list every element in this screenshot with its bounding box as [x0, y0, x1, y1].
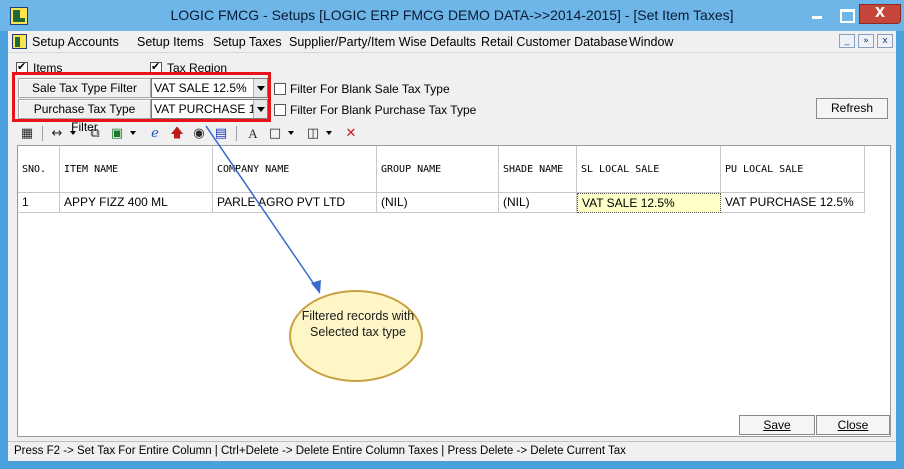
application-window: LOGIC FMCG - Setups [LOGIC ERP FMCG DEMO…	[0, 0, 904, 469]
toolbar-separator	[42, 126, 43, 141]
column-header-group-name[interactable]: GROUP NAME	[377, 146, 499, 193]
close-window-button[interactable]: X	[859, 4, 901, 24]
blank-purchase-filter-checkbox[interactable]	[274, 104, 286, 116]
column-header-pu-local-sale[interactable]: PU LOCAL SALE	[721, 146, 865, 193]
binoculars-icon[interactable]: ◉	[190, 125, 208, 142]
column-header-sno[interactable]: SNO.	[18, 146, 60, 193]
upload-arrow-icon[interactable]: 🡅	[168, 125, 186, 142]
copy-icon[interactable]: ⧉	[86, 125, 104, 142]
table-cell[interactable]: 1	[18, 193, 60, 213]
blank-sale-filter-label: Filter For Blank Sale Tax Type	[290, 82, 450, 96]
grid-settings-icon[interactable]: ▦	[18, 125, 36, 142]
internet-explorer-icon[interactable]: ℯ	[146, 125, 164, 142]
text-style-icon[interactable]: A	[244, 125, 262, 142]
menu-setup-items[interactable]: Setup Items	[137, 35, 204, 49]
close-icon: X	[874, 6, 886, 21]
window-title: LOGIC FMCG - Setups [LOGIC ERP FMCG DEMO…	[170, 7, 734, 23]
filter-panel: Items Tax Region Sale Tax Type Filter VA…	[8, 53, 896, 134]
excel-icon[interactable]: ▣	[108, 125, 126, 142]
client-area: Setup Accounts Setup Items Setup Taxes S…	[8, 31, 896, 461]
menu-window[interactable]: Window	[629, 35, 673, 49]
refresh-button[interactable]: Refresh	[816, 98, 888, 119]
menu-bar: Setup Accounts Setup Items Setup Taxes S…	[8, 31, 896, 53]
chart-icon[interactable]: ▤	[212, 125, 230, 142]
column-header-item-name[interactable]: ITEM NAME	[60, 146, 213, 193]
chevron-down-icon[interactable]	[326, 131, 332, 135]
column-header-company-name[interactable]: COMPANY NAME	[213, 146, 377, 193]
column-header-sl-local-sale[interactable]: SL LOCAL SALE	[577, 146, 721, 193]
table-cell[interactable]: (NIL)	[377, 193, 499, 213]
menu-setup-accounts[interactable]: Setup Accounts	[32, 35, 119, 49]
menu-retail-customer-database[interactable]: Retail Customer Database	[481, 35, 628, 49]
tax-grid[interactable]: SNO. ITEM NAME COMPANY NAME GROUP NAME S…	[17, 145, 891, 437]
mdi-restore-button[interactable]: »	[858, 34, 874, 48]
table-cell[interactable]: PARLE AGRO PVT LTD	[213, 193, 377, 213]
menu-setup-taxes[interactable]: Setup Taxes	[213, 35, 282, 49]
print-preview-icon[interactable]: □	[266, 125, 284, 142]
table-cell[interactable]: (NIL)	[499, 193, 577, 213]
selected-table-cell[interactable]: VAT SALE 12.5%	[577, 193, 721, 213]
chevron-down-icon[interactable]	[130, 131, 136, 135]
blank-purchase-filter-label: Filter For Blank Purchase Tax Type	[290, 103, 477, 117]
annotation-callout: Filtered records with Selected tax type	[289, 290, 423, 382]
close-button[interactable]: Close	[816, 415, 890, 435]
mdi-minimize-button[interactable]: _	[839, 34, 855, 48]
column-header-shade-name[interactable]: SHADE NAME	[499, 146, 577, 193]
save-button[interactable]: Save	[739, 415, 815, 435]
chevron-down-icon[interactable]	[288, 131, 294, 135]
status-bar: Press F2 -> Set Tax For Entire Column | …	[8, 441, 896, 461]
callout-text: Filtered records with Selected tax type	[301, 309, 415, 339]
toolbar-separator	[236, 126, 237, 141]
table-cell[interactable]: VAT PURCHASE 12.5%	[721, 193, 865, 213]
title-bar[interactable]: LOGIC FMCG - Setups [LOGIC ERP FMCG DEMO…	[0, 0, 904, 31]
table-cell[interactable]: APPY FIZZ 400 ML	[60, 193, 213, 213]
mdi-close-button[interactable]: x	[877, 34, 893, 48]
minimize-button[interactable]	[803, 4, 832, 24]
highlight-box	[12, 72, 271, 122]
column-width-icon[interactable]: ↔	[48, 125, 66, 142]
printer-icon[interactable]: ◫	[304, 125, 322, 142]
menu-supplier-defaults[interactable]: Supplier/Party/Item Wise Defaults	[289, 35, 476, 49]
mdi-child-icon[interactable]	[12, 34, 27, 49]
blank-sale-filter-checkbox[interactable]	[274, 83, 286, 95]
maximize-button[interactable]	[832, 4, 859, 24]
grid-toolbar: ▦ ↔ ⧉ ▣ ℯ 🡅 ◉ ▤ A □ ◫ ✕	[8, 123, 896, 145]
chevron-down-icon[interactable]	[70, 131, 76, 135]
delete-x-icon[interactable]: ✕	[342, 125, 360, 142]
